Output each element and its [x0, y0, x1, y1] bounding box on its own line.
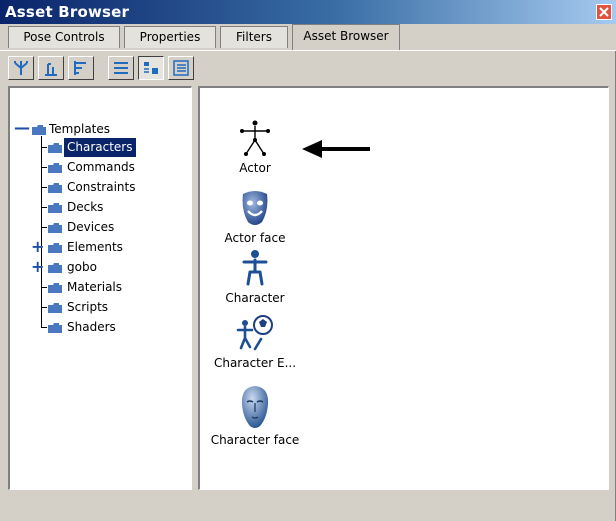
window-title: Asset Browser [5, 3, 130, 21]
branch-view-button[interactable] [68, 56, 94, 80]
tab-filters[interactable]: Filters [220, 26, 288, 48]
tree-item-characters[interactable]: Characters [38, 138, 190, 157]
tree-item-label: Materials [67, 280, 123, 294]
tab-properties[interactable]: Properties [124, 26, 216, 48]
tree-item-label: Devices [67, 220, 115, 234]
folder-icon [48, 303, 62, 313]
folder-icon [48, 223, 62, 233]
tree-root-templates[interactable]: — Templates [12, 118, 191, 139]
tree-item-materials[interactable]: Materials [38, 278, 190, 297]
asset-label: Actor face [224, 231, 286, 245]
tree-item-shaders[interactable]: Shaders [38, 318, 190, 337]
icon-view-button[interactable] [138, 56, 164, 80]
folder-icon [48, 163, 62, 173]
icon-view-icon [144, 62, 158, 74]
character-figure-icon [242, 250, 268, 286]
asset-panel[interactable]: Actor Actor face Character Character E..… [198, 86, 609, 490]
folder-icon [48, 323, 62, 333]
face-mask-icon [242, 191, 268, 225]
tree-item-decks[interactable]: Decks [38, 198, 190, 217]
tree-item-label: Decks [67, 200, 104, 214]
folder-icon [48, 183, 62, 193]
asset-label: Actor [239, 161, 271, 175]
asset-character[interactable]: Character [200, 248, 310, 305]
asset-label: Character E... [213, 356, 297, 370]
tree-item-label: Scripts [67, 300, 109, 314]
expand-icon[interactable]: + [31, 237, 44, 256]
asset-character-e[interactable]: Character E... [200, 313, 310, 370]
expand-icon[interactable]: + [31, 257, 44, 276]
tree-view-icon [14, 61, 28, 75]
tree-item-commands[interactable]: Commands [38, 158, 190, 177]
tree-item-scripts[interactable]: Scripts [38, 298, 190, 317]
tree-item-label: Commands [67, 160, 135, 174]
list-view-icon [114, 62, 128, 74]
bar-view-button[interactable] [38, 56, 64, 80]
tab-asset-browser[interactable]: Asset Browser [292, 24, 400, 50]
tree-item-label: Constraints [67, 180, 136, 194]
character-soccer-icon [236, 315, 273, 351]
collapse-icon[interactable]: — [14, 118, 30, 137]
tree-item-label: Templates [49, 122, 111, 136]
head-icon [241, 386, 269, 428]
asset-actor[interactable]: Actor [200, 118, 310, 175]
branch-view-icon [74, 61, 86, 75]
close-button[interactable] [596, 4, 612, 20]
tab-pose-controls[interactable]: Pose Controls [8, 26, 120, 48]
tree-item-constraints[interactable]: Constraints [38, 178, 190, 197]
folder-icon [48, 143, 62, 153]
asset-label: Character face [210, 433, 300, 447]
folder-tree[interactable]: — Templates Characters Commands Constrai… [8, 86, 192, 490]
close-icon [599, 7, 609, 17]
bar-view-icon [45, 63, 57, 76]
detail-view-button[interactable] [168, 56, 194, 80]
folder-icon [32, 125, 46, 135]
asset-character-face[interactable]: Character face [200, 384, 310, 447]
asset-label: Character [225, 291, 285, 305]
tree-view-button[interactable] [8, 56, 34, 80]
asset-browser-window: Asset Browser Pose Controls Properties F… [0, 0, 616, 521]
folder-icon [48, 263, 62, 273]
stick-figure-icon [240, 120, 270, 156]
tree-item-gobo[interactable]: + gobo [31, 257, 190, 277]
folder-icon [48, 203, 62, 213]
tree-item-label: Characters [64, 138, 136, 157]
tree-item-label: Elements [67, 240, 123, 254]
asset-actor-face[interactable]: Actor face [200, 188, 310, 245]
tree-item-elements[interactable]: + Elements [31, 237, 190, 257]
list-view-button[interactable] [108, 56, 134, 80]
tree-item-devices[interactable]: Devices [38, 218, 190, 237]
tree-item-label: gobo [67, 260, 97, 274]
folder-icon [48, 243, 62, 253]
tree-item-label: Shaders [67, 320, 116, 334]
detail-view-icon [173, 60, 189, 76]
left-arrow-icon [302, 140, 370, 158]
title-bar[interactable]: Asset Browser [0, 0, 616, 24]
folder-icon [48, 283, 62, 293]
